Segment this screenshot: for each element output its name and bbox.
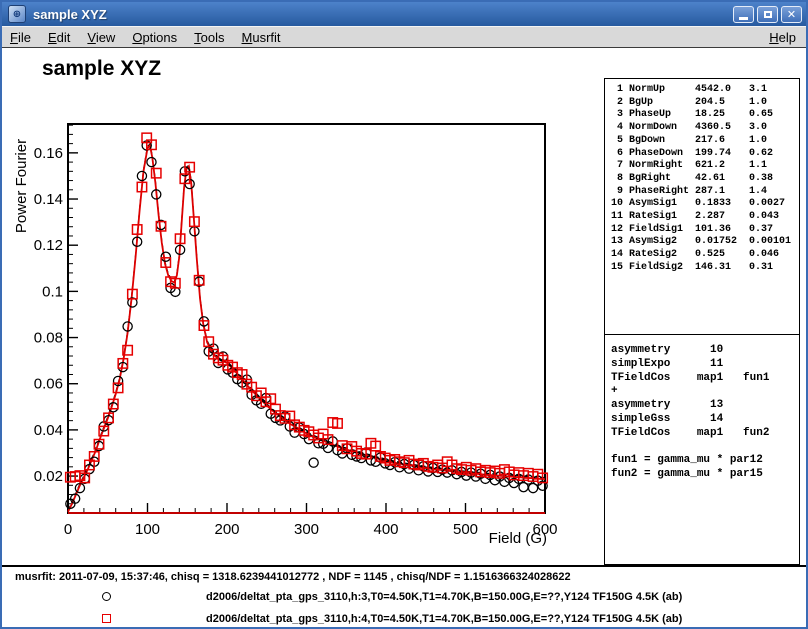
legend-row: d2006/deltat_pta_gps_3110,h:4,T0=4.50K,T… xyxy=(2,612,806,629)
minimize-icon xyxy=(739,17,748,20)
svg-text:200: 200 xyxy=(214,521,239,538)
fit-curve-red xyxy=(68,146,545,514)
legend-square-icon xyxy=(102,614,111,623)
parameter-row: 15 FieldSig2 146.31 0.31 xyxy=(611,262,799,275)
x-axis-title: Field (G) xyxy=(489,530,547,547)
svg-text:0.06: 0.06 xyxy=(34,376,63,393)
minimize-button[interactable] xyxy=(733,6,754,23)
plot-canvas: sample XYZ 0.02 0.04 0.06 0.08 0.1 0.12 0.14 0.… xyxy=(2,48,806,565)
side-panel: 1 NormUp 4542.0 3.1 2 BgUp 204.5 1.0 3 P… xyxy=(604,78,800,565)
parameter-row: 3 PhaseUp 18.25 0.65 xyxy=(611,109,799,122)
svg-text:0.12: 0.12 xyxy=(34,237,63,254)
parameter-row: 7 NormRight 621.2 1.1 xyxy=(611,160,799,173)
axis-ticks xyxy=(68,125,545,513)
parameter-row: 5 BgDown 217.6 1.0 xyxy=(611,135,799,148)
root-canvas[interactable]: sample XYZ 0.02 0.04 0.06 0.08 0.1 0.12 0.14 0.… xyxy=(2,48,602,565)
svg-text:0.1: 0.1 xyxy=(42,283,63,300)
window-title: sample XYZ xyxy=(33,7,733,22)
theory-panel: asymmetry 10 simplExpo 11 TFieldCos map1… xyxy=(605,335,799,482)
menu-help[interactable]: Help xyxy=(769,30,796,45)
fit-info-text: musrfit: 2011-07-09, 15:37:46, chisq = 1… xyxy=(15,571,571,583)
svg-text:0.16: 0.16 xyxy=(34,145,63,162)
parameter-row: 12 FieldSig1 101.36 0.37 xyxy=(611,224,799,237)
svg-text:0.02: 0.02 xyxy=(34,468,63,485)
close-icon: ✕ xyxy=(787,9,796,20)
parameter-row: 9 PhaseRight 287.1 1.4 xyxy=(611,186,799,199)
legend-circle-icon xyxy=(102,592,111,601)
parameter-row: 6 PhaseDown 199.74 0.62 xyxy=(611,148,799,161)
legend-label: d2006/deltat_pta_gps_3110,h:4,T0=4.50K,T… xyxy=(206,613,682,625)
menu-musrfit[interactable]: Musrfit xyxy=(242,30,281,45)
menu-file[interactable]: File xyxy=(10,30,31,45)
parameter-row: 10 AsymSig1 0.1833 0.0027 xyxy=(611,198,799,211)
plot-title: sample XYZ xyxy=(42,57,161,80)
svg-text:0.04: 0.04 xyxy=(34,422,63,439)
menu-bar: File Edit View Options Tools Musrfit Help xyxy=(2,26,806,48)
parameter-row: 1 NormUp 4542.0 3.1 xyxy=(611,84,799,97)
svg-text:0.08: 0.08 xyxy=(34,330,63,347)
legend-label: d2006/deltat_pta_gps_3110,h:3,T0=4.50K,T… xyxy=(206,591,682,603)
app-window: ⊕ sample XYZ ✕ File Edit View Options Tools M… xyxy=(0,0,808,629)
parameter-panel: 1 NormUp 4542.0 3.1 2 BgUp 204.5 1.0 3 P… xyxy=(605,79,799,335)
parameter-row: 11 RateSig1 2.287 0.043 xyxy=(611,211,799,224)
maximize-button[interactable] xyxy=(757,6,778,23)
svg-text:400: 400 xyxy=(373,521,398,538)
svg-text:0: 0 xyxy=(64,521,72,538)
parameter-row: 13 AsymSig2 0.01752 0.00101 xyxy=(611,236,799,249)
series-circles-markers xyxy=(66,141,547,508)
parameter-row: 14 RateSig2 0.525 0.046 xyxy=(611,249,799,262)
close-button[interactable]: ✕ xyxy=(781,6,802,23)
window-controls: ✕ xyxy=(733,6,802,23)
svg-text:0.14: 0.14 xyxy=(34,191,63,208)
app-logo-icon: ⊕ xyxy=(8,5,26,23)
title-bar[interactable]: ⊕ sample XYZ ✕ xyxy=(2,2,806,26)
fit-curve-dashed-black xyxy=(68,144,545,510)
parameter-row: 8 BgRight 42.61 0.38 xyxy=(611,173,799,186)
parameter-row: 2 BgUp 204.5 1.0 xyxy=(611,97,799,110)
parameter-row: 4 NormDown 4360.5 3.0 xyxy=(611,122,799,135)
svg-text:300: 300 xyxy=(294,521,319,538)
status-area: musrfit: 2011-07-09, 15:37:46, chisq = 1… xyxy=(2,565,806,627)
y-axis-title: Power Fourier xyxy=(13,139,30,233)
menu-options[interactable]: Options xyxy=(132,30,177,45)
svg-text:500: 500 xyxy=(453,521,478,538)
menu-edit[interactable]: Edit xyxy=(48,30,70,45)
menu-view[interactable]: View xyxy=(87,30,115,45)
menu-tools[interactable]: Tools xyxy=(194,30,224,45)
maximize-icon xyxy=(764,11,772,18)
svg-text:100: 100 xyxy=(135,521,160,538)
legend-row: d2006/deltat_pta_gps_3110,h:3,T0=4.50K,T… xyxy=(2,590,806,608)
